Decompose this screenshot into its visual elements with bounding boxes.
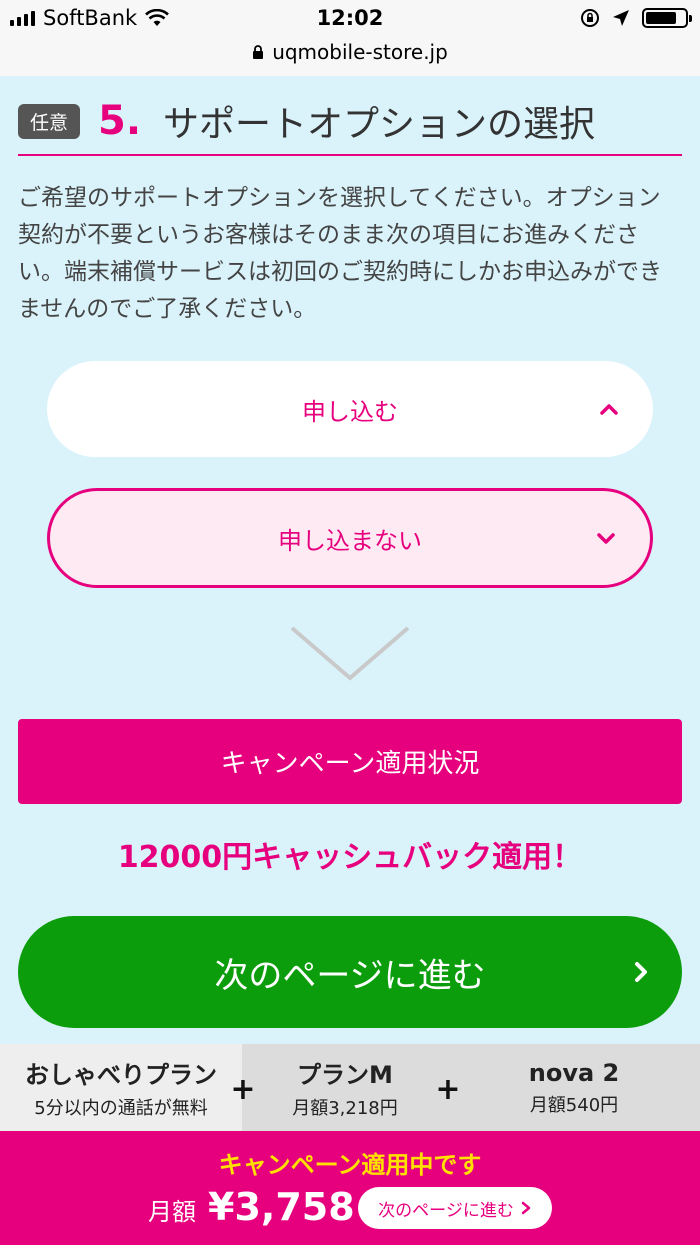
apply-option-label: 申し込む [302, 397, 398, 426]
cashback-text: 12000円キャッシュバック適用！ [117, 840, 583, 875]
down-arrow-icon [290, 626, 410, 681]
apply-option-button[interactable]: 申し込む [47, 361, 653, 457]
plan-name: nova 2 [528, 1058, 620, 1087]
campaign-status-label: キャンペーン適用状況 [220, 749, 480, 779]
plan-item-data: プランM 月額3,218円 [242, 1044, 448, 1131]
monthly-price: 月額 ¥3,758 [148, 1185, 355, 1229]
chevron-right-icon [635, 962, 647, 982]
plan-name: プランM [297, 1061, 393, 1089]
plan-item-calling: おしゃべりプラン 5分以内の通話が無料 [0, 1044, 242, 1131]
plan-summary-bar: おしゃべりプラン 5分以内の通話が無料 プランM 月額3,218円 nova 2… [0, 1044, 700, 1131]
plus-icon: + [230, 1072, 256, 1107]
campaign-status-button[interactable]: キャンペーン適用状況 [18, 719, 682, 804]
plan-detail: 月額3,218円 [292, 1098, 398, 1119]
footer-next-page-button[interactable]: 次のページに進む [358, 1187, 552, 1229]
plan-detail: 5分以内の通話が無料 [34, 1098, 208, 1119]
section-heading: 任意 5. サポートオプションの選択 [18, 88, 682, 156]
plan-detail: 月額540円 [529, 1094, 619, 1116]
plan-name: おしゃべりプラン [25, 1061, 217, 1089]
chevron-right-icon [521, 1201, 531, 1215]
section-description: ご希望のサポートオプションを選択してください。オプション契約が不要というお客様は… [18, 185, 662, 322]
campaign-active-title: キャンペーン適用中です [218, 1151, 482, 1179]
campaign-footer: キャンペーン適用中です 月額 ¥3,758 次のページに進む [0, 1131, 700, 1245]
location-icon [613, 10, 629, 26]
rotation-lock-icon [581, 9, 599, 27]
section-title: サポートオプションの選択 [163, 104, 596, 145]
footer-next-page-label: 次のページに進む [378, 1200, 514, 1221]
price-value: ¥3,758 [208, 1185, 355, 1229]
optional-badge: 任意 [18, 103, 81, 139]
address-bar[interactable]: uqmobile-store.jp [0, 40, 700, 64]
price-label: 月額 [148, 1198, 196, 1226]
plan-item-device: nova 2 月額540円 [448, 1044, 700, 1131]
plus-icon: + [435, 1072, 461, 1107]
status-right [580, 8, 692, 28]
chevron-up-icon [600, 404, 618, 415]
next-page-label: 次のページに進む [214, 955, 486, 996]
no-apply-option-button[interactable]: 申し込まない [47, 488, 653, 588]
step-number: 5. [98, 98, 142, 144]
chevron-down-icon [597, 533, 615, 544]
battery-icon [642, 8, 692, 28]
next-page-button[interactable]: 次のページに進む [18, 916, 682, 1028]
lock-icon [253, 44, 264, 59]
no-apply-option-label: 申し込まない [278, 526, 422, 555]
url-text: uqmobile-store.jp [272, 40, 448, 64]
status-bar: SoftBank 12:02 uqmobile-store.jp [0, 0, 700, 76]
